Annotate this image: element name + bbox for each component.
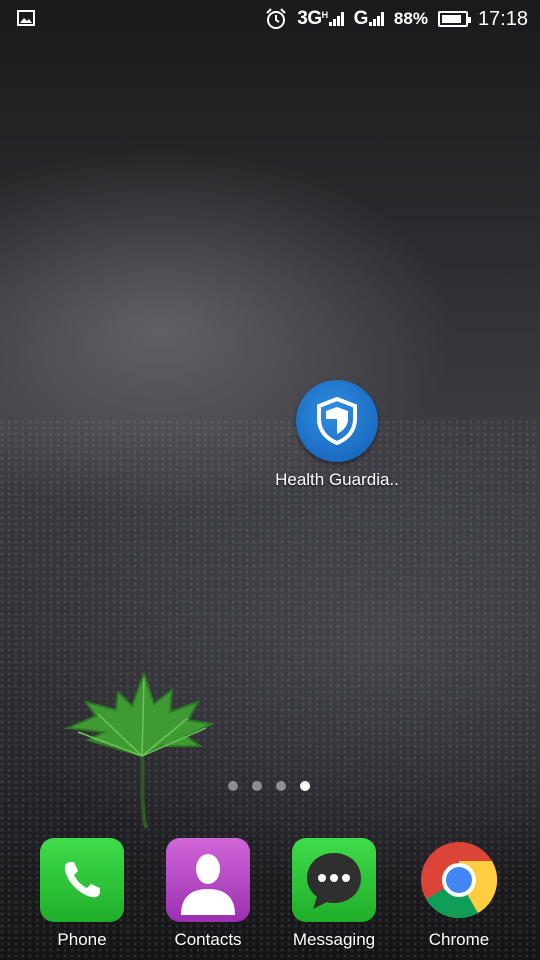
page-dot-active[interactable] (300, 781, 310, 791)
page-indicator (228, 781, 310, 791)
clock: 17:18 (477, 7, 528, 30)
page-dot[interactable] (228, 781, 238, 791)
dock-app-chrome[interactable]: Chrome (401, 838, 517, 950)
contacts-app-icon[interactable] (166, 838, 250, 922)
app-health-guardian[interactable]: Health Guardia.. (272, 380, 402, 490)
notification-area (17, 10, 35, 31)
person-icon (181, 854, 235, 915)
network-3g-indicator: 3G H (297, 8, 344, 30)
page-dot[interactable] (276, 781, 286, 791)
battery-percent: 88% (393, 9, 428, 28)
signal-strength-icon (328, 12, 344, 26)
battery-fill (441, 15, 461, 23)
battery-icon (437, 11, 471, 27)
image-icon (17, 10, 35, 26)
page-dot[interactable] (252, 781, 262, 791)
app-label: Phone (57, 930, 107, 949)
status-bar: 3G H G 88% 17:18 (0, 0, 540, 38)
status-icons: 3G H G 88% 17:18 (265, 6, 528, 32)
dock-app-contacts[interactable]: Contacts (150, 838, 266, 950)
chat-bubble-icon (307, 853, 361, 909)
app-label: Health Guardia.. (275, 470, 399, 489)
app-label: Contacts (174, 930, 242, 949)
phone-app-icon[interactable] (40, 838, 124, 922)
app-label: Chrome (428, 930, 490, 949)
home-screen[interactable]: 3G H G 88% 17:18 Health Guardia.. Phone … (0, 0, 540, 960)
dock-app-phone[interactable]: Phone (24, 838, 140, 950)
app-label: Messaging (292, 930, 376, 949)
shield-icon (317, 397, 357, 445)
chrome-app-icon[interactable] (417, 838, 501, 922)
maple-leaf-wallpaper (64, 671, 216, 829)
messaging-app-icon[interactable] (292, 838, 376, 922)
health-guardian-app-icon[interactable] (296, 380, 378, 462)
alarm-clock-icon (266, 8, 286, 29)
signal-strength-icon (368, 12, 384, 26)
chrome-icon (421, 842, 498, 919)
network-g-indicator: G (354, 8, 384, 30)
dock-app-messaging[interactable]: Messaging (276, 838, 392, 950)
phone-icon (64, 862, 100, 898)
